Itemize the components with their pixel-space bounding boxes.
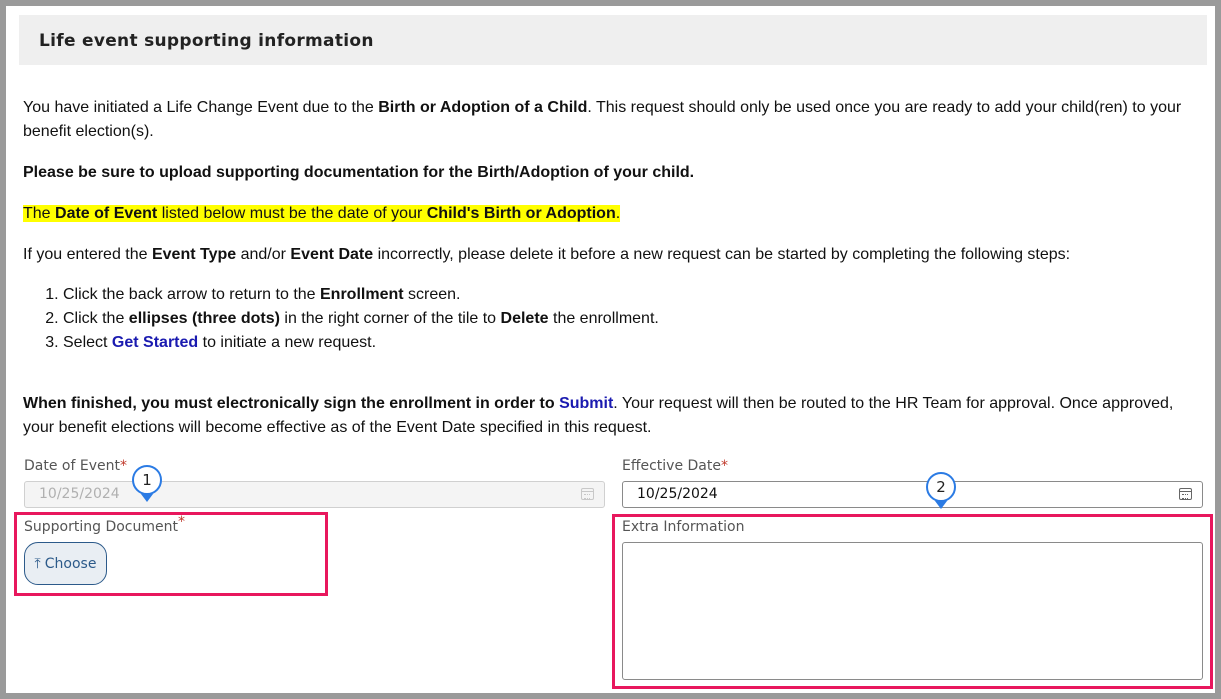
section-header: Life event supporting information	[19, 15, 1207, 65]
intro-paragraph: You have initiated a Life Change Event d…	[23, 99, 1182, 140]
annotation-marker-1: 1	[132, 465, 162, 495]
callout-box-1	[14, 512, 328, 596]
date-of-event-field: 10/25/2024	[24, 481, 605, 508]
annotation-marker-2: 2	[926, 472, 956, 502]
list-item: Click the ellipses (three dots) in the r…	[63, 307, 659, 331]
date-of-event-notice: The Date of Event listed below must be t…	[23, 205, 621, 222]
date-of-event-label: Date of Event*	[24, 458, 127, 474]
effective-date-field[interactable]: 10/25/2024	[622, 481, 1203, 508]
effective-date-label: Effective Date*	[622, 458, 728, 474]
submit-link[interactable]: Submit	[559, 395, 613, 412]
calendar-icon	[581, 488, 594, 500]
finish-instructions: When finished, you must electronically s…	[23, 395, 1174, 436]
section-title: Life event supporting information	[39, 31, 374, 51]
list-item: Select Get Started to initiate a new req…	[63, 331, 659, 355]
list-item: Click the back arrow to return to the En…	[63, 283, 659, 307]
steps-list: Click the back arrow to return to the En…	[23, 283, 659, 355]
get-started-link[interactable]: Get Started	[112, 334, 198, 351]
upload-reminder: Please be sure to upload supporting docu…	[23, 164, 695, 181]
correction-instructions: If you entered the Event Type and/or Eve…	[23, 246, 1071, 263]
calendar-icon[interactable]	[1179, 488, 1192, 500]
callout-box-2	[612, 514, 1213, 689]
